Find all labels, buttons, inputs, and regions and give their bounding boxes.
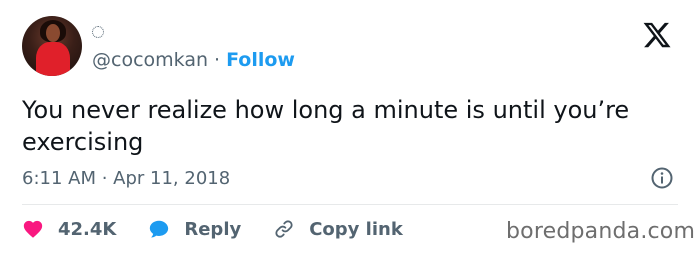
heart-icon xyxy=(23,220,43,238)
author-row: @cocomkan · Follow xyxy=(92,48,295,72)
copy-link-button[interactable]: Copy link xyxy=(273,218,403,240)
likes-count: 42.4K xyxy=(58,218,117,240)
avatar-head xyxy=(46,24,60,42)
avatar-dress xyxy=(36,42,70,76)
follow-button[interactable]: Follow xyxy=(226,49,295,71)
avatar[interactable] xyxy=(22,16,82,76)
action-bar: 42.4K Reply Copy link xyxy=(22,216,403,242)
like-button[interactable]: 42.4K xyxy=(22,218,116,240)
link-icon xyxy=(275,220,293,238)
reply-label: Reply xyxy=(184,218,242,240)
speech-bubble-icon xyxy=(150,220,169,238)
x-logo-icon[interactable] xyxy=(642,20,672,50)
separator-dot: · xyxy=(214,49,221,71)
author-handle[interactable]: @cocomkan xyxy=(92,49,208,71)
tweet-text: You never realize how long a minute is u… xyxy=(22,96,630,156)
info-icon[interactable] xyxy=(650,166,674,190)
tweet-timestamp[interactable]: 6:11 AM · Apr 11, 2018 xyxy=(22,166,230,190)
watermark: boredpanda.com xyxy=(506,219,696,244)
divider xyxy=(22,204,678,205)
copy-link-label: Copy link xyxy=(309,218,403,240)
verified-badge-icon xyxy=(92,26,104,38)
reply-button[interactable]: Reply xyxy=(148,218,241,240)
